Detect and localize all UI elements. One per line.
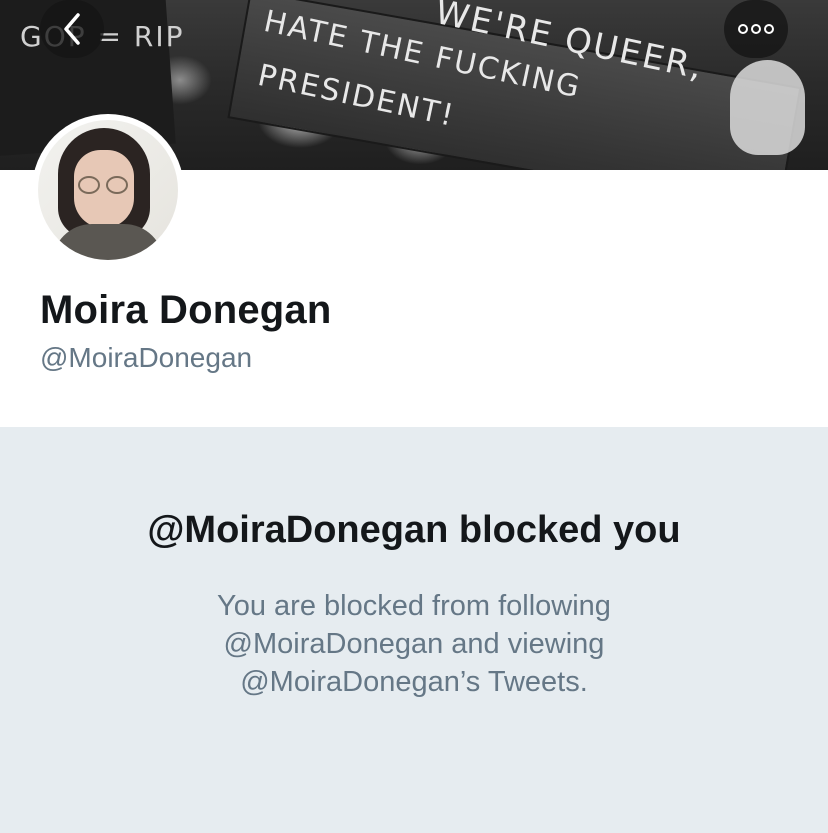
blocked-description-line: @MoiraDonegan and viewing xyxy=(223,628,605,660)
blocked-description: You are blocked from following @MoiraDon… xyxy=(0,587,828,701)
back-button[interactable] xyxy=(40,0,104,58)
blocked-description-line: You are blocked from following xyxy=(217,590,611,622)
blocked-title: @MoiraDonegan blocked you xyxy=(147,509,681,551)
avatar[interactable] xyxy=(32,114,184,266)
avatar-image xyxy=(38,120,178,260)
profile-handle: @MoiraDonegan xyxy=(40,342,253,373)
banner-skull xyxy=(730,60,805,155)
more-options-button[interactable] xyxy=(724,0,788,58)
profile-name: Moira Donegan xyxy=(40,288,332,332)
blocked-description-line: @MoiraDonegan’s Tweets. xyxy=(240,666,588,698)
chevron-left-icon xyxy=(64,13,80,45)
blocked-notice-panel: @MoiraDonegan blocked you You are blocke… xyxy=(0,427,828,833)
more-dots-icon xyxy=(738,24,774,34)
